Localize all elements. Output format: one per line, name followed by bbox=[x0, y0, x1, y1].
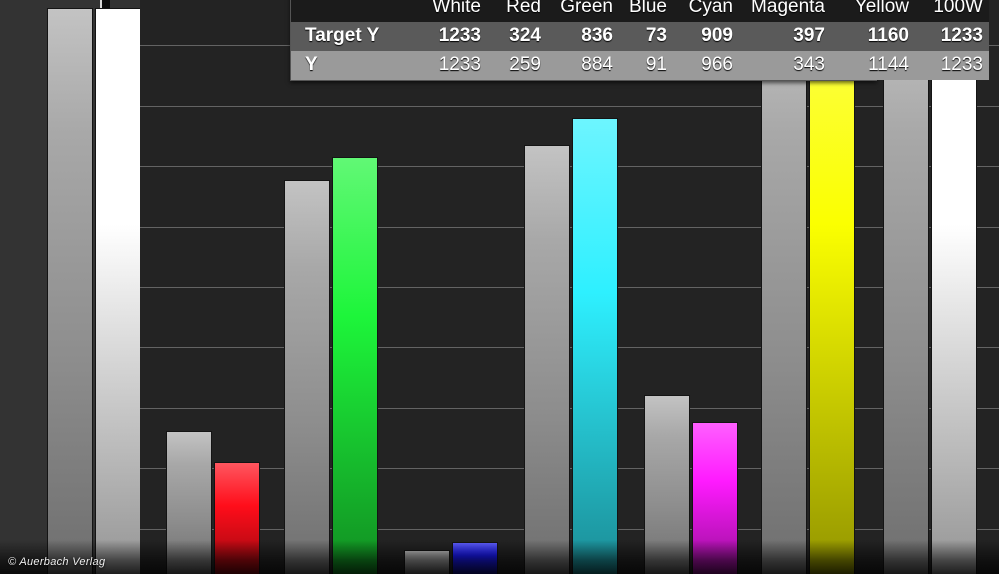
y-axis-tick-mark bbox=[122, 407, 140, 409]
table-cell: 259 bbox=[487, 51, 547, 80]
table-row: Target Y 1233 324 836 73 909 397 1160 1233 bbox=[291, 22, 989, 51]
table-column-header: 100W bbox=[915, 0, 989, 22]
bar-blue-measured bbox=[452, 541, 498, 574]
y-axis-tick-label: 0.2 bbox=[99, 460, 118, 476]
table-column-header: Cyan bbox=[673, 0, 739, 22]
table-cell: 73 bbox=[619, 22, 673, 51]
y-axis-tick-mark bbox=[122, 346, 140, 348]
table-column-header: Red bbox=[487, 0, 547, 22]
table-cell: 91 bbox=[619, 51, 673, 80]
bar-red-target bbox=[166, 430, 212, 574]
table-column-header: Green bbox=[547, 0, 619, 22]
y-axis-tick-label: 0.9 bbox=[99, 37, 118, 53]
gridline bbox=[140, 105, 999, 107]
bar-yellow-target bbox=[761, 7, 807, 574]
table-column-header: Magenta bbox=[739, 0, 831, 22]
y-axis-tick-label: 0.5 bbox=[99, 279, 118, 295]
table-row-label: Target Y bbox=[291, 22, 407, 51]
bar-cyan-measured bbox=[572, 117, 618, 574]
y-axis-tick-label: 0.8 bbox=[99, 98, 118, 114]
table-cell: 1144 bbox=[831, 51, 915, 80]
table-row: Y 1233 259 884 91 966 343 1144 1233 bbox=[291, 51, 989, 80]
table-column-header: White bbox=[407, 0, 487, 22]
table-column-header: Blue bbox=[619, 0, 673, 22]
y-axis-tick-mark bbox=[122, 105, 140, 107]
bar-cyan-target bbox=[524, 145, 570, 574]
y-axis-tick-mark bbox=[122, 165, 140, 167]
table-cell: 397 bbox=[739, 22, 831, 51]
copyright-notice: © Auerbach Verlag bbox=[8, 556, 106, 568]
y-axis-area: 0.1 0.2 0.3 0.4 0.5 0.6 0.7 0.8 0.9 bbox=[0, 0, 140, 574]
bar-green-target bbox=[284, 180, 330, 574]
luminance-chart-screenshot: 0.1 0.2 0.3 0.4 0.5 0.6 0.7 0.8 0.9 White Red Gree… bbox=[0, 0, 999, 574]
bar-blue-target bbox=[404, 550, 450, 574]
table-cell: 909 bbox=[673, 22, 739, 51]
table-cell: 884 bbox=[547, 51, 619, 80]
y-axis-tick-mark bbox=[122, 226, 140, 228]
y-axis-tick-mark bbox=[122, 44, 140, 46]
table-head: White Red Green Blue Cyan Magenta Yellow 100W bbox=[291, 0, 989, 22]
y-axis-tick-label: 0.4 bbox=[99, 339, 118, 355]
bar-yellow-measured bbox=[809, 7, 855, 574]
y-axis-tick-mark bbox=[122, 528, 140, 530]
bar-magenta-measured bbox=[692, 421, 738, 574]
table-cell: 1233 bbox=[407, 22, 487, 51]
measurement-table: White Red Green Blue Cyan Magenta Yellow 100W T… bbox=[290, 0, 989, 81]
table-cell: 1233 bbox=[915, 22, 989, 51]
y-axis-tick-mark bbox=[122, 467, 140, 469]
measurement-table-grid: White Red Green Blue Cyan Magenta Yellow 100W T… bbox=[291, 0, 989, 80]
table-column-header bbox=[291, 0, 407, 22]
table-cell: 324 bbox=[487, 22, 547, 51]
table-body: Target Y 1233 324 836 73 909 397 1160 1233 Y 1233 2… bbox=[291, 22, 989, 80]
bar-100w-measured bbox=[931, 7, 977, 574]
table-cell: 1233 bbox=[915, 51, 989, 80]
y-axis-tick-label: 0.1 bbox=[99, 521, 118, 537]
y-axis-tick-mark bbox=[122, 286, 140, 288]
y-axis-tick-label: 0.3 bbox=[99, 400, 118, 416]
table-cell: 1233 bbox=[407, 51, 487, 80]
y-axis-tick-label: 0.6 bbox=[99, 219, 118, 235]
bar-red-measured bbox=[214, 462, 260, 574]
table-cell: 966 bbox=[673, 51, 739, 80]
plot-area: White Red Green Blue Cyan Magenta Yellow 100W T… bbox=[140, 0, 999, 574]
bar-magenta-target bbox=[644, 394, 690, 574]
table-column-header: Yellow bbox=[831, 0, 915, 22]
y-axis-tick-label: 0.7 bbox=[99, 158, 118, 174]
table-cell: 836 bbox=[547, 22, 619, 51]
bar-green-measured bbox=[332, 157, 378, 574]
table-header-row: White Red Green Blue Cyan Magenta Yellow 100W bbox=[291, 0, 989, 22]
table-cell: 1160 bbox=[831, 22, 915, 51]
bar-100w-target bbox=[883, 7, 929, 574]
table-row-label: Y bbox=[291, 51, 407, 80]
table-cell: 343 bbox=[739, 51, 831, 80]
